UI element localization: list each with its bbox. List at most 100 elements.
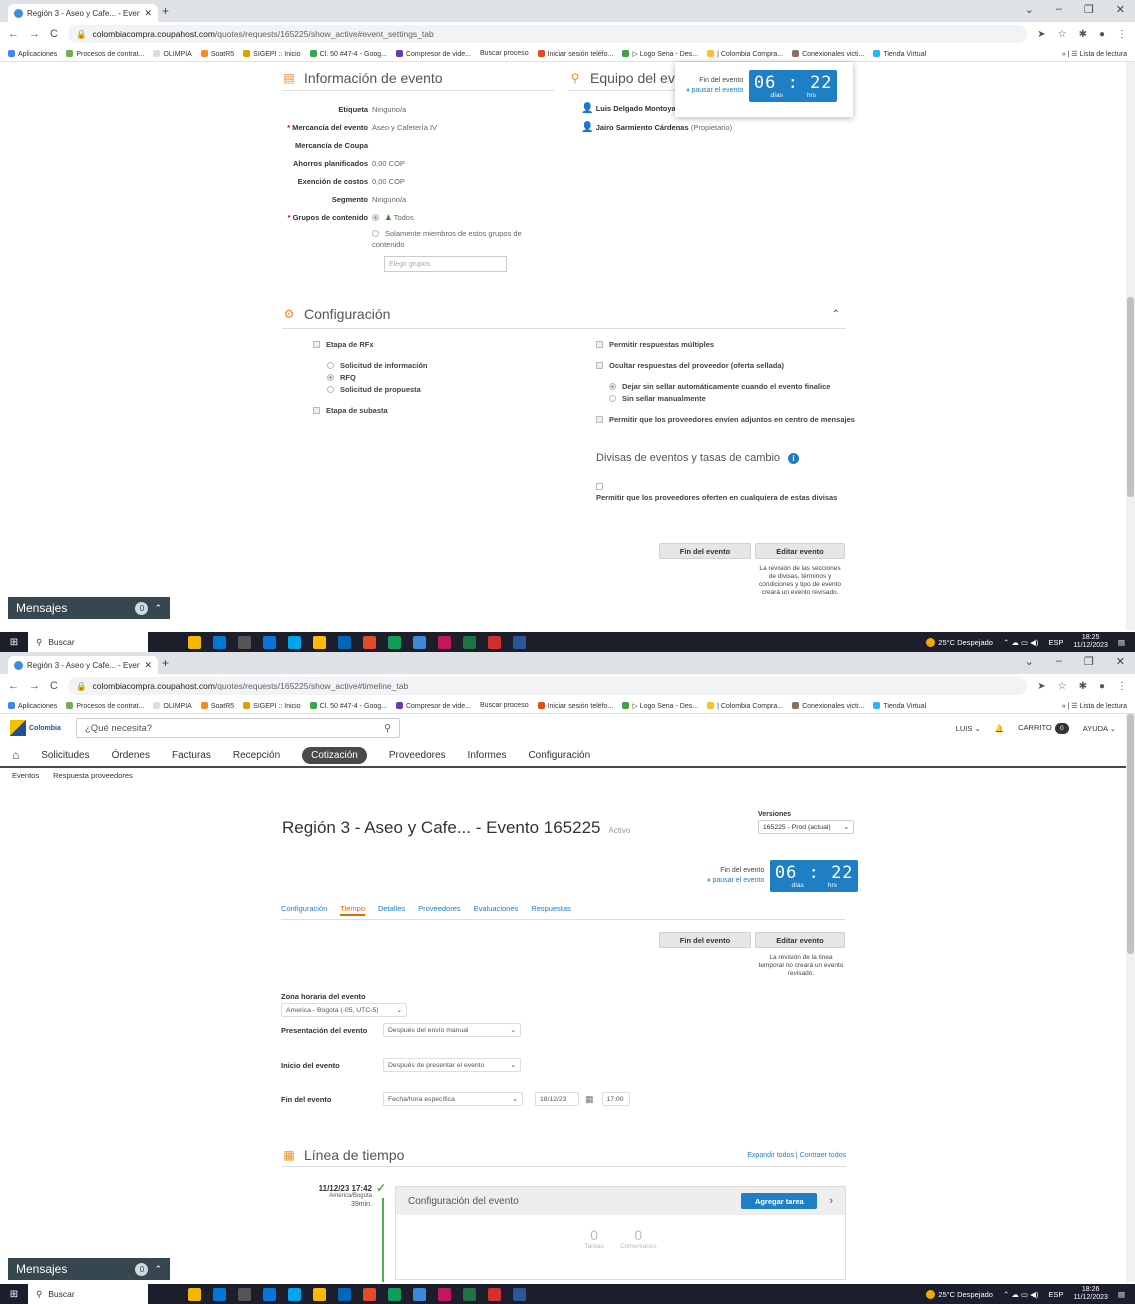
collapse-all-link[interactable]: Contraer todos: [800, 1152, 846, 1159]
rfx-option[interactable]: Solicitud de información: [327, 361, 428, 370]
tab-evaluaciones[interactable]: Evaluaciones: [474, 904, 519, 919]
collapse-chevron-icon[interactable]: ⌃: [832, 309, 840, 320]
close-window-icon[interactable]: ✕: [1116, 3, 1125, 16]
bookmark-item[interactable]: Iniciar sesión teléfo...: [537, 49, 613, 58]
end-select[interactable]: Fecha/hora específica ⌄: [383, 1092, 523, 1106]
bookmark-item[interactable]: OLIMPIA: [153, 49, 192, 58]
tab-search-icon[interactable]: ⌄: [1025, 3, 1034, 16]
end-event-button[interactable]: Fin del evento: [659, 932, 751, 948]
app-icon[interactable]: [288, 1287, 301, 1301]
subnav-eventos[interactable]: Eventos: [12, 771, 39, 780]
notifications-icon[interactable]: ▤: [1118, 638, 1125, 647]
minimize-icon[interactable]: –: [1056, 655, 1062, 668]
pause-event-link[interactable]: ⏸ pausar el evento: [686, 86, 743, 96]
rfx-radio[interactable]: [327, 374, 334, 381]
versions-select[interactable]: 165225 - Prod (actual) ⌄: [758, 820, 854, 834]
bookmark-item[interactable]: Compresor de vide...: [395, 701, 471, 710]
back-icon[interactable]: ←: [8, 680, 19, 692]
hide-responses-option[interactable]: Ocultar respuestas del proveedor (oferta…: [596, 361, 784, 370]
end-event-button[interactable]: Fin del evento: [659, 543, 751, 559]
page-scrollbar[interactable]: [1126, 62, 1135, 630]
allow-attachments-checkbox[interactable]: [596, 416, 603, 423]
nav-cotizacion[interactable]: Cotización: [302, 746, 367, 764]
close-icon[interactable]: ✕: [144, 8, 152, 19]
restore-icon[interactable]: ❐: [1084, 655, 1094, 668]
bookmark-item[interactable]: SoatR5: [200, 49, 234, 58]
tab-search-icon[interactable]: ⌄: [1025, 655, 1034, 668]
search-icon[interactable]: ⚲: [384, 723, 391, 734]
bookmark-item[interactable]: Cl. 50 #47-4 - Goog...: [309, 701, 387, 710]
tray-icons[interactable]: ⌃ ☁ ▭ ◀): [1003, 638, 1038, 647]
excel-icon[interactable]: [463, 635, 476, 649]
forward-icon[interactable]: →: [29, 680, 40, 692]
browser-tab[interactable]: Región 3 - Aseo y Cafe... - Event ✕: [8, 4, 158, 22]
app-icon[interactable]: [438, 1287, 451, 1301]
rfx-option[interactable]: RFQ: [327, 373, 356, 382]
tab-configuracion[interactable]: Configuración: [281, 904, 327, 919]
app-icon[interactable]: [288, 635, 301, 649]
bookmark-item[interactable]: Procesos de contrat...: [66, 701, 144, 710]
profile-icon[interactable]: ●: [1099, 29, 1105, 40]
pause-event-link[interactable]: ⏸ pausar el evento: [707, 876, 764, 886]
bookmark-item[interactable]: ▷ Logo Sena - Des...: [622, 49, 698, 58]
close-window-icon[interactable]: ✕: [1116, 655, 1125, 668]
add-task-button[interactable]: Agregar tarea: [741, 1193, 818, 1209]
share-icon[interactable]: ➤: [1037, 681, 1045, 692]
language[interactable]: ESP: [1048, 1290, 1063, 1299]
subnav-respuesta-proveedores[interactable]: Respuesta proveedores: [53, 771, 133, 780]
bookmark-item[interactable]: Conexionales victi...: [792, 701, 864, 710]
clock[interactable]: 18:25 11/12/2023: [1073, 634, 1108, 650]
messages-bar[interactable]: Mensajes 0 ⌃: [8, 1258, 170, 1280]
messages-bar[interactable]: Mensajes 0 ⌃: [8, 597, 170, 619]
scroll-thumb[interactable]: [1127, 297, 1134, 497]
excel-icon[interactable]: [463, 1287, 476, 1301]
windows-start-icon[interactable]: ⊞: [0, 1289, 28, 1300]
bookmark-item[interactable]: Buscar proceso: [480, 702, 529, 709]
new-tab-icon[interactable]: +: [162, 656, 169, 670]
close-icon[interactable]: ✕: [144, 660, 152, 671]
taskbar-search[interactable]: ⚲ Buscar: [28, 632, 148, 652]
tab-respuestas[interactable]: Respuestas: [531, 904, 571, 919]
expand-all-link[interactable]: Expandir todos: [747, 1152, 794, 1159]
app-icon[interactable]: [338, 635, 351, 649]
tab-proveedores[interactable]: Proveedores: [418, 904, 461, 919]
taskbar-search[interactable]: ⚲ Buscar: [28, 1284, 148, 1304]
help-menu[interactable]: AYUDA ⌄: [1083, 724, 1116, 733]
bookmark-item[interactable]: ▷ Logo Sena - Des...: [622, 701, 698, 710]
bookmark-item[interactable]: Procesos de contrat...: [66, 49, 144, 58]
bookmark-item[interactable]: Aplicaciones: [8, 701, 57, 710]
star-icon[interactable]: ☆: [1058, 681, 1067, 692]
reload-icon[interactable]: C: [50, 680, 58, 692]
bookmark-item[interactable]: Conexionales victi...: [792, 49, 864, 58]
rfx-radio[interactable]: [327, 362, 334, 369]
groups-only-option[interactable]: Solamente miembros de estos grupos de co…: [372, 228, 552, 250]
start-select[interactable]: Después de presentar el evento ⌄: [383, 1058, 521, 1072]
chevron-right-icon[interactable]: ›: [829, 1195, 833, 1207]
edge-icon[interactable]: [388, 635, 401, 649]
pdf-icon[interactable]: [488, 635, 501, 649]
app-icon[interactable]: [438, 635, 451, 649]
app-icon[interactable]: [188, 635, 201, 649]
browser-tab[interactable]: Región 3 - Aseo y Cafe... - Event ✕: [8, 656, 158, 674]
tab-tiempo[interactable]: Tiempo: [340, 904, 366, 916]
multi-responses-checkbox[interactable]: [596, 341, 603, 348]
bookmark-item[interactable]: Buscar proceso: [480, 50, 529, 57]
user-menu[interactable]: LUIS ⌄: [956, 724, 981, 733]
reading-list[interactable]: » | ☰ Lista de lectura: [1062, 50, 1127, 58]
rfx-radio[interactable]: [327, 386, 334, 393]
menu-icon[interactable]: ⋮: [1117, 29, 1127, 40]
choose-groups-input[interactable]: Elegir grupos: [384, 256, 507, 272]
restore-icon[interactable]: ❐: [1084, 3, 1094, 16]
bookmark-item[interactable]: | Colombia Compra...: [707, 49, 783, 58]
profile-icon[interactable]: ●: [1099, 681, 1105, 692]
reading-list[interactable]: » | ☰ Lista de lectura: [1062, 702, 1127, 710]
auction-checkbox[interactable]: [313, 407, 320, 414]
app-icon[interactable]: [213, 1287, 226, 1301]
weather[interactable]: 25°C Despejado: [926, 1289, 993, 1299]
word-icon[interactable]: [513, 1287, 526, 1301]
forward-icon[interactable]: →: [29, 28, 40, 40]
reload-icon[interactable]: C: [50, 28, 58, 40]
back-icon[interactable]: ←: [8, 28, 19, 40]
app-icon[interactable]: [413, 1287, 426, 1301]
unseal-manual-radio[interactable]: [609, 395, 616, 402]
